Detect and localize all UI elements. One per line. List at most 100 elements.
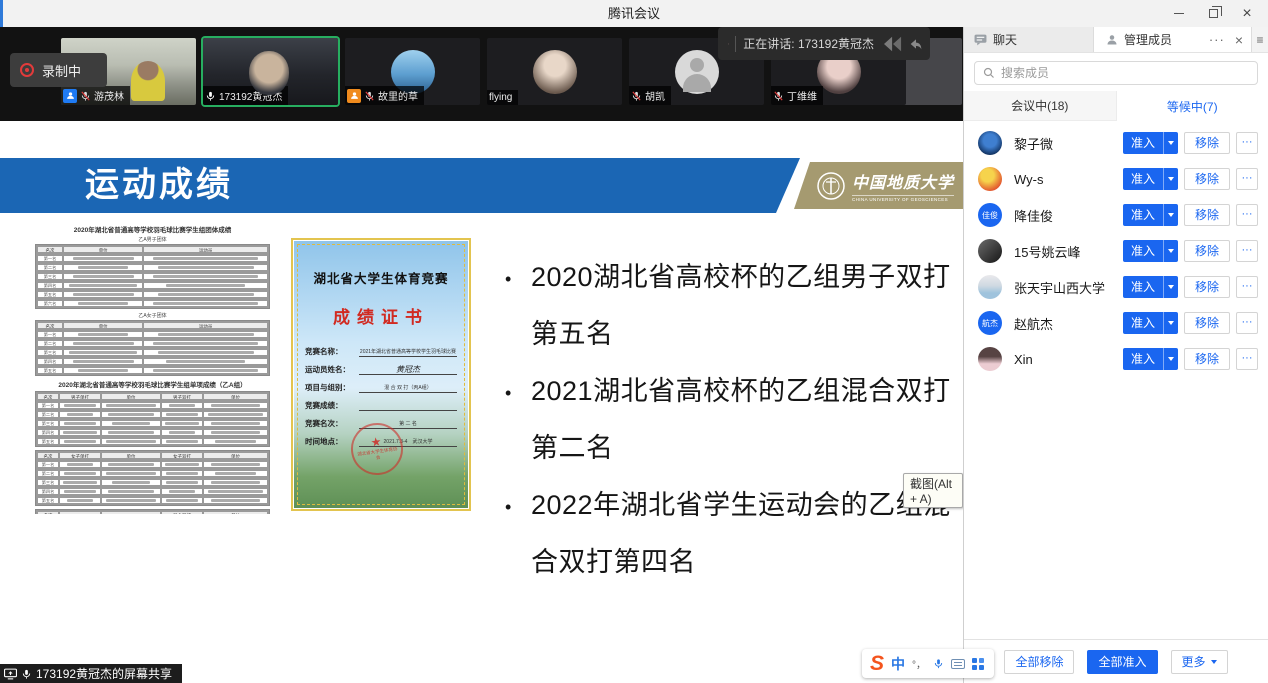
share-bar-label: 173192黄冠杰的屏幕共享 — [36, 665, 172, 682]
remove-button[interactable]: 移除 — [1184, 240, 1230, 262]
tab-manage-members[interactable]: 管理成员 ··· × — [1094, 27, 1251, 52]
prev-page-icon[interactable] — [882, 35, 904, 53]
avatar — [978, 275, 1002, 299]
cohost-badge-icon — [347, 89, 361, 103]
admit-dropdown[interactable] — [1163, 240, 1178, 262]
window-title: 腾讯会议 — [0, 0, 1268, 27]
remove-all-button[interactable]: 全部移除 — [1004, 650, 1074, 674]
row-more-button[interactable]: ··· — [1236, 204, 1258, 226]
admit-dropdown[interactable] — [1163, 276, 1178, 298]
singles-results-title: 2020年湖北省普通高等学校羽毛球比赛学生组单项成绩（乙A组） — [35, 379, 270, 389]
admit-dropdown[interactable] — [1163, 348, 1178, 370]
caret-down-icon — [1168, 249, 1174, 253]
cert-athlete-name: 黄冠杰 — [359, 366, 457, 375]
admit-button[interactable]: 准入 — [1123, 204, 1178, 226]
row-more-button[interactable]: ··· — [1236, 132, 1258, 154]
video-tile-speaking[interactable]: 173192黄冠杰 — [203, 38, 338, 105]
caret-down-icon — [1168, 141, 1174, 145]
titlebar: 腾讯会议 × — [0, 0, 1268, 27]
cert-competition-name: 2021年湖北省普通高等学校学生羽毛球比赛 — [359, 348, 457, 357]
remove-button[interactable]: 移除 — [1184, 204, 1230, 226]
university-emblem-icon — [816, 171, 846, 201]
member-name: 降佳俊 — [1014, 206, 1123, 225]
row-more-button[interactable]: ··· — [1236, 348, 1258, 370]
caret-down-icon — [1168, 177, 1174, 181]
sogou-logo-icon[interactable]: S — [870, 653, 884, 674]
bullet-item: •2022年湖北省学生运动会的乙组混合双打第四名 — [505, 477, 961, 591]
row-more-button[interactable]: ··· — [1236, 240, 1258, 262]
remove-button[interactable]: 移除 — [1184, 312, 1230, 334]
panel-close-icon[interactable]: × — [1235, 32, 1243, 48]
admit-dropdown[interactable] — [1163, 132, 1178, 154]
minimize-button[interactable] — [1162, 0, 1196, 27]
back-arrow-icon[interactable] — [908, 35, 924, 53]
remove-button[interactable]: 移除 — [1184, 132, 1230, 154]
ime-language-icon[interactable]: 中 — [891, 654, 905, 674]
admit-button[interactable]: 准入 — [1123, 132, 1178, 154]
minimize-icon — [1174, 13, 1184, 14]
team-men-table: 名次单位运动员 第一名 第二名 第三名 第四名 第五名 第六名 — [35, 244, 270, 309]
member-row: Wy-s 准入 移除 ··· — [964, 161, 1268, 197]
tab-chat[interactable]: 聊天 — [964, 27, 1094, 52]
member-icon — [1106, 34, 1118, 46]
tab-members-label: 管理成员 — [1124, 31, 1172, 48]
search-input[interactable] — [1001, 66, 1249, 80]
admit-dropdown[interactable] — [1163, 312, 1178, 334]
member-state-tabs: 会议中(18) 等候中(7) — [964, 91, 1268, 121]
restore-button[interactable] — [1196, 0, 1230, 27]
panel-menu-icon[interactable]: ≡ — [1251, 27, 1268, 52]
bullet-icon: • — [505, 363, 531, 477]
tab-in-meeting[interactable]: 会议中(18) — [964, 91, 1117, 121]
achievement-bullets: •2020湖北省高校杯的乙组男子双打第五名 •2021湖北省高校杯的乙组混合双打… — [505, 249, 961, 591]
member-row: Xin 准入 移除 ··· — [964, 341, 1268, 377]
admit-button[interactable]: 准入 — [1123, 240, 1178, 262]
avatar — [533, 50, 577, 94]
member-name: 15号姚云峰 — [1014, 242, 1123, 261]
avatar — [978, 239, 1002, 263]
remove-button[interactable]: 移除 — [1184, 348, 1230, 370]
admit-button[interactable]: 准入 — [1123, 168, 1178, 190]
caret-down-icon — [1168, 285, 1174, 289]
mic-on-icon — [205, 90, 216, 102]
remove-button[interactable]: 移除 — [1184, 276, 1230, 298]
university-banner: 中国地质大学 CHINA UNIVERSITY OF GEOSCIENCES — [794, 162, 963, 209]
panel-more-icon[interactable]: ··· — [1209, 32, 1225, 47]
participant-name: 游茂林 — [94, 88, 124, 103]
admit-button[interactable]: 准入 — [1123, 312, 1178, 334]
row-more-button[interactable]: ··· — [1236, 312, 1258, 334]
mixed-doubles-table: 名次混合双打单位 第一名 第二名 第三名 第四名 第五名 第六名 — [35, 509, 270, 514]
bullet-item: •2020湖北省高校杯的乙组男子双打第五名 — [505, 249, 961, 363]
search-box[interactable] — [974, 61, 1258, 85]
close-button[interactable]: × — [1230, 0, 1264, 27]
member-row: 张天宇山西大学 准入 移除 ··· — [964, 269, 1268, 305]
video-tile[interactable]: 故里的草 — [345, 38, 480, 105]
screen-share-bar: 173192黄冠杰的屏幕共享 — [0, 664, 182, 683]
ime-toolbox-icon[interactable] — [972, 658, 984, 670]
tab-waiting[interactable]: 等候中(7) — [1117, 91, 1268, 121]
sidebar-header: 聊天 管理成员 ··· × ≡ — [964, 27, 1268, 53]
video-tile[interactable]: flying — [487, 38, 622, 105]
admit-button[interactable]: 准入 — [1123, 276, 1178, 298]
speaking-label: 正在讲话: 173192黄冠杰 — [743, 35, 874, 52]
ime-punctuation-icon[interactable]: °， — [912, 656, 926, 671]
admit-all-button[interactable]: 全部准入 — [1087, 650, 1157, 674]
remove-button[interactable]: 移除 — [1184, 168, 1230, 190]
mic-icon — [21, 668, 32, 680]
ime-keyboard-icon[interactable] — [951, 659, 965, 669]
restore-icon — [1209, 9, 1218, 18]
avatar: 航杰 — [978, 311, 1002, 335]
admit-button[interactable]: 准入 — [1123, 348, 1178, 370]
recording-label: 录制中 — [42, 61, 81, 80]
member-row: 航杰 赵航杰 准入 移除 ··· — [964, 305, 1268, 341]
ime-mic-icon[interactable] — [933, 657, 944, 670]
university-name-cn: 中国地质大学 — [852, 169, 954, 193]
caret-down-icon — [1168, 213, 1174, 217]
member-name: Xin — [1014, 352, 1123, 367]
row-more-button[interactable]: ··· — [1236, 276, 1258, 298]
screenshot-tooltip: 截图(Alt + A) — [903, 473, 963, 508]
footer-more-button[interactable]: 更多 — [1171, 650, 1228, 674]
admit-dropdown[interactable] — [1163, 204, 1178, 226]
mic-muted-icon — [364, 90, 375, 102]
row-more-button[interactable]: ··· — [1236, 168, 1258, 190]
admit-dropdown[interactable] — [1163, 168, 1178, 190]
